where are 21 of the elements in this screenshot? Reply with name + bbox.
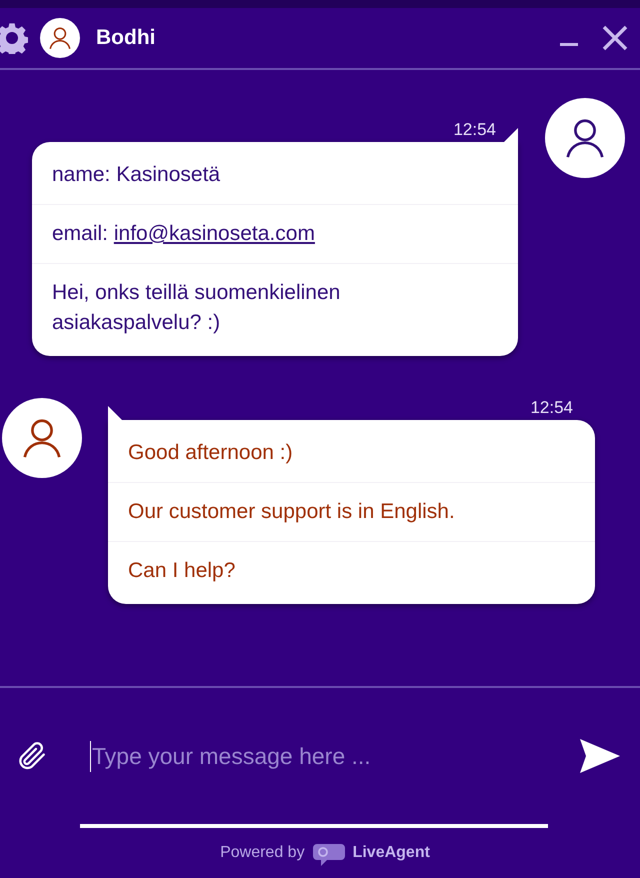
close-icon: [602, 25, 628, 51]
message-text: Hei, onks teillä suomenkielinen asiakaspalvelu? :): [32, 263, 518, 352]
message-text: email: info@kasinoseta.com: [32, 204, 518, 263]
message-input[interactable]: Type your message here ...: [90, 740, 540, 772]
message-text: Good afternoon :): [127, 440, 294, 466]
message-text: name: Kasinosetä: [51, 162, 222, 188]
message-text: Our customer support is in English.: [108, 482, 595, 541]
message-time: 12:54: [530, 398, 573, 418]
powered-by-text: Powered by: [220, 844, 305, 862]
agent-name: Bodhi: [96, 26, 156, 50]
brand-name: LiveAgent: [352, 844, 430, 862]
message-time: 12:54: [453, 120, 496, 140]
person-icon: [47, 25, 73, 51]
send-icon: [580, 739, 620, 773]
minimize-icon: [560, 42, 578, 46]
message-text: Can I help?: [108, 541, 595, 600]
close-button[interactable]: [602, 25, 628, 51]
email-link[interactable]: info@kasinoseta.com: [114, 222, 315, 245]
settings-button[interactable]: [0, 22, 28, 54]
settings-icon: [0, 22, 28, 54]
send-button[interactable]: [580, 739, 620, 773]
